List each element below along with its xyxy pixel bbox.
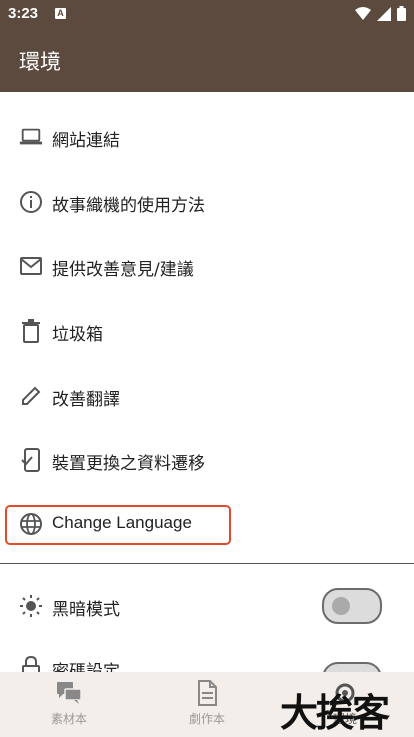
watermark-text: 大挨客 <box>280 690 390 735</box>
toggle-track <box>322 662 382 672</box>
nav-label: 素材本 <box>50 712 87 726</box>
menu-item-label: 垃圾箱 <box>52 325 103 345</box>
menu-item-feedback[interactable]: 提供改善意見/建議 <box>0 243 414 289</box>
phone-transfer-icon <box>19 448 43 472</box>
battery-icon <box>397 6 406 25</box>
menu-item-label: 改善翻譯 <box>52 390 120 410</box>
notification-badge: A <box>55 8 66 19</box>
menu-item-how-to-use[interactable]: 故事織機的使用方法 <box>0 179 414 225</box>
trash-icon <box>19 319 43 343</box>
info-icon <box>19 190 43 214</box>
menu-item-trash[interactable]: 垃圾箱 <box>0 308 414 354</box>
menu-item-label: 故事織機的使用方法 <box>52 196 205 216</box>
laptop-icon <box>19 125 43 149</box>
nav-item-script[interactable]: 劇作本 <box>157 678 257 734</box>
signal-icon <box>377 6 391 25</box>
menu-item-label: 提供改善意見/建議 <box>52 260 194 280</box>
page-title: 環境 <box>19 50 61 74</box>
menu-item-data-migration[interactable]: 裝置更換之資料遷移 <box>0 437 414 483</box>
toggle-track <box>322 588 382 624</box>
wifi-icon <box>355 6 371 25</box>
chat-icon <box>19 678 119 708</box>
divider <box>0 563 414 564</box>
menu-item-label: Change Language <box>52 513 192 532</box>
globe-icon <box>19 512 43 536</box>
sun-icon <box>19 594 43 618</box>
document-icon <box>157 678 257 708</box>
status-time: 3:23 <box>8 5 39 22</box>
menu-item-label: 網站連結 <box>52 131 120 151</box>
app-bar: 環境 <box>0 30 414 92</box>
lock-icon <box>19 656 43 672</box>
settings-list: 網站連結 故事織機的使用方法 提供改善意見/建議 垃圾箱 改善翻譯 裝置更換之資… <box>0 92 414 672</box>
nav-label: 劇作本 <box>188 712 225 726</box>
toggle-thumb <box>332 597 350 615</box>
dark-mode-toggle[interactable] <box>322 588 382 624</box>
system-icons <box>355 6 406 25</box>
menu-item-label: 裝置更換之資料遷移 <box>52 454 205 474</box>
menu-item-website-links[interactable]: 網站連結 <box>0 114 414 160</box>
password-toggle[interactable] <box>322 662 382 672</box>
menu-item-improve-translation[interactable]: 改善翻譯 <box>0 373 414 419</box>
mail-icon <box>19 254 43 278</box>
menu-item-label: 密碼設定 <box>52 662 120 672</box>
pencil-icon <box>19 384 43 408</box>
status-bar: 3:23 A <box>0 0 414 30</box>
menu-item-label: 黑暗模式 <box>52 600 120 620</box>
menu-item-change-language[interactable]: Change Language <box>0 501 414 547</box>
nav-item-material[interactable]: 素材本 <box>19 678 119 734</box>
